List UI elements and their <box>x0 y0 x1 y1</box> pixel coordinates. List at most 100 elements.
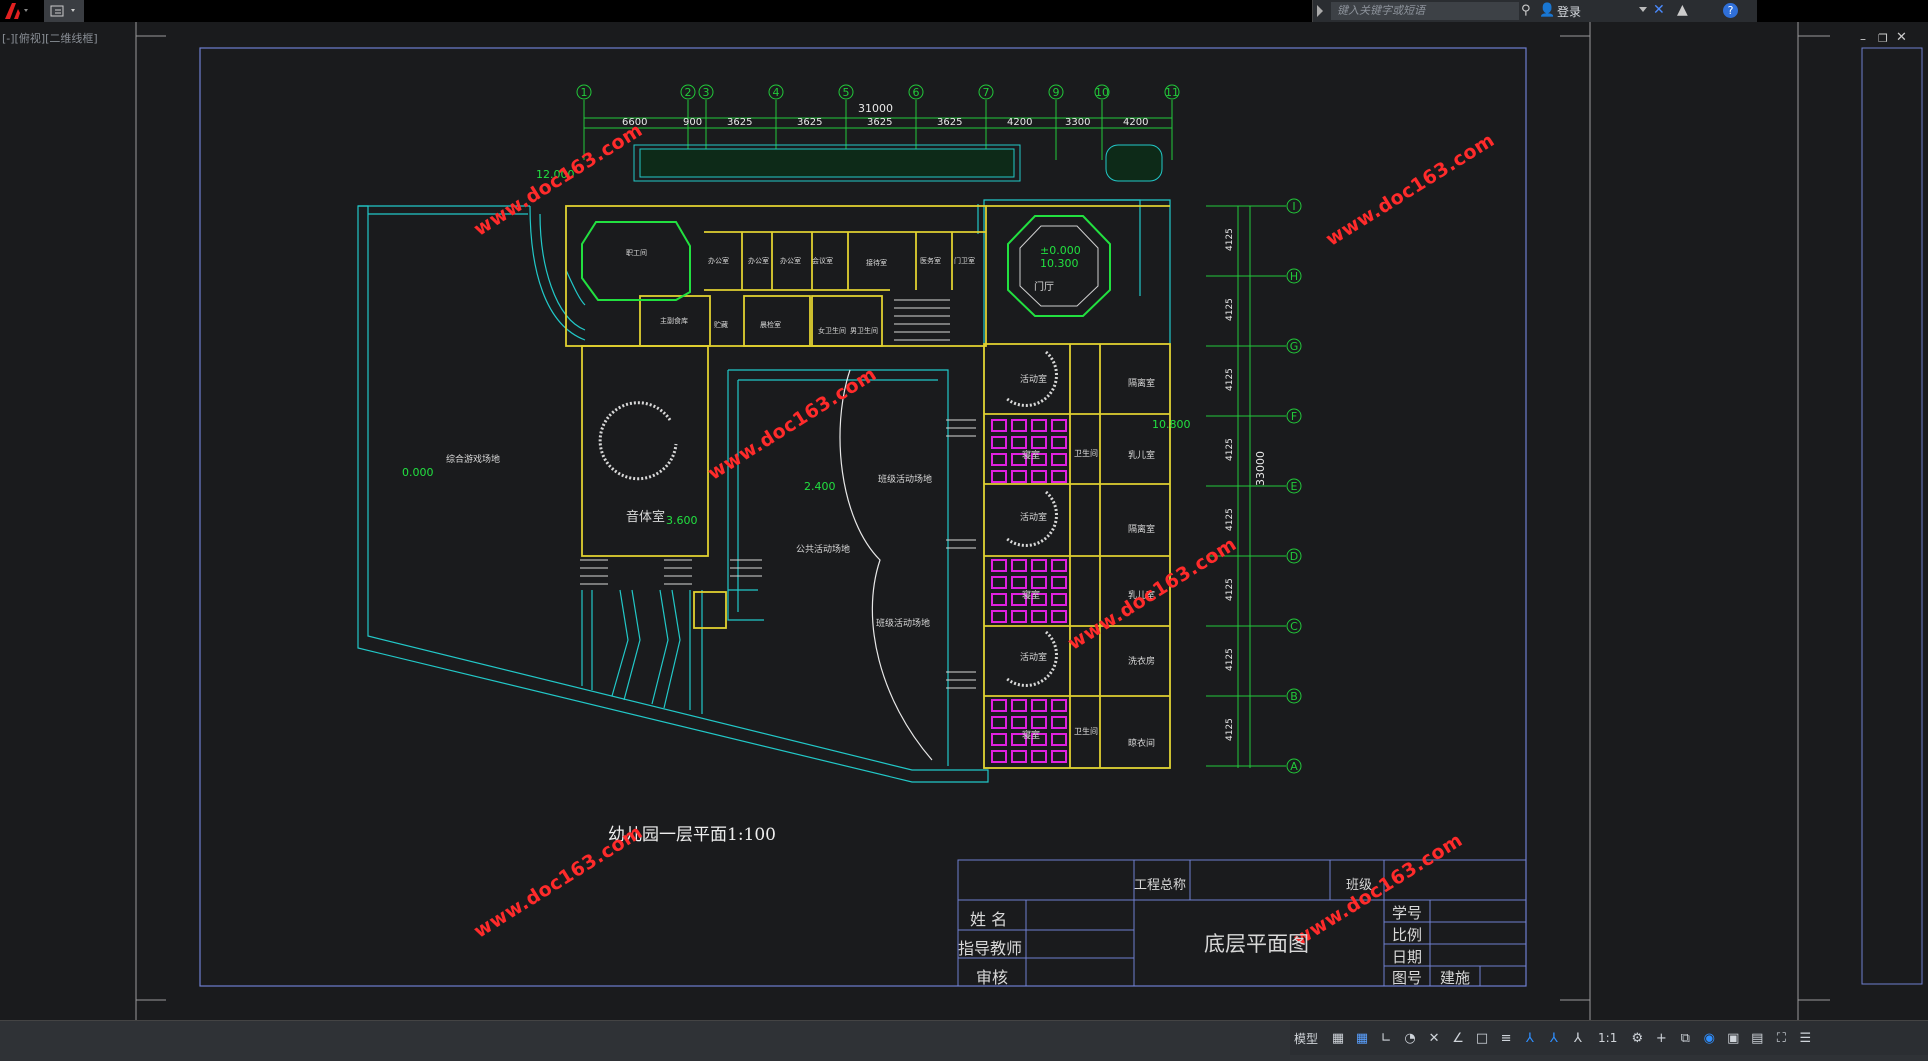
bed <box>1051 470 1067 483</box>
room-bedroom-3: 寝室 <box>1022 731 1041 741</box>
column-axis-label: 1 <box>581 86 588 99</box>
room-music: 音体室 <box>626 510 666 525</box>
bed <box>1011 419 1027 432</box>
room-medical: 医务室 <box>920 257 941 265</box>
quick-access-toolbar-button[interactable] <box>44 0 84 22</box>
music-room-stage <box>598 401 678 481</box>
date-label: 日期 <box>1392 948 1423 966</box>
workspace-icon[interactable]: ⧉ <box>1677 1030 1693 1046</box>
row-axis-label: C <box>1290 620 1298 633</box>
bed <box>1031 470 1047 483</box>
review-label: 审核 <box>976 968 1009 987</box>
bed <box>991 559 1007 572</box>
room-toilet-1: 卫生间 <box>1074 449 1098 458</box>
bed <box>1051 610 1067 623</box>
autocad-logo-icon[interactable] <box>0 0 34 22</box>
ortho-icon[interactable]: ∟ <box>1378 1030 1394 1046</box>
room-laundry: 晾衣间 <box>1128 739 1156 749</box>
help-icon[interactable]: ? <box>1723 3 1738 18</box>
column-axis-label: 11 <box>1165 86 1179 99</box>
annotation-scale-icon[interactable]: ⅄ <box>1570 1030 1586 1046</box>
annotation-visibility-icon[interactable]: ⅄ <box>1522 1030 1538 1046</box>
bed <box>1011 559 1027 572</box>
student-id-label: 学号 <box>1392 904 1423 922</box>
auto-scale-icon[interactable]: ⅄ <box>1546 1030 1562 1046</box>
binoculars-icon[interactable]: ⚲ <box>1521 3 1531 18</box>
room-activity-3: 活动室 <box>1020 653 1048 663</box>
room-morning-check: 晨检室 <box>760 321 781 329</box>
bed <box>1011 576 1027 589</box>
room-storage: 贮藏 <box>714 321 728 329</box>
dyn-ucs-icon[interactable]: □ <box>1474 1030 1490 1046</box>
column-dimension: 3300 <box>1065 117 1091 128</box>
grid-icon[interactable]: ▦ <box>1330 1030 1346 1046</box>
search-input[interactable]: 键入关键字或短语 <box>1331 2 1519 20</box>
play-area-boundary <box>839 369 933 761</box>
clean-screen-icon[interactable]: ▤ <box>1749 1030 1765 1046</box>
login-button[interactable]: 登录 <box>1557 3 1581 20</box>
a360-icon[interactable]: ▲ <box>1677 2 1688 18</box>
fullscreen-icon[interactable]: ⛶ <box>1773 1030 1789 1046</box>
lineweight-icon[interactable]: ≡ <box>1498 1030 1514 1046</box>
bed <box>1031 559 1047 572</box>
column-dimension: 4200 <box>1123 117 1149 128</box>
row-axes: I H G F E D C B A 4125 4125 4125 4125 4125 4125 4125 412… <box>1206 198 1302 774</box>
polar-icon[interactable]: ◔ <box>1402 1030 1418 1046</box>
angle-icon[interactable]: ∠ <box>1450 1030 1466 1046</box>
room-male-wc: 男卫生间 <box>850 327 878 335</box>
drawing-canvas[interactable]: 1 2 3 4 5 6 7 9 10 11 IHGFEDCBA412541254… <box>0 22 1928 1020</box>
bed <box>1051 733 1067 746</box>
bed <box>1011 470 1027 483</box>
room-infant-1: 乳儿室 <box>1128 451 1156 461</box>
drawing-no-value: 建施 <box>1440 969 1471 987</box>
elevation-10-3: 10.300 <box>1040 257 1079 270</box>
row-dimension: 4125 <box>1225 718 1235 741</box>
elevation-0: 0.000 <box>402 466 434 479</box>
room-bedroom-2: 寝室 <box>1022 591 1041 601</box>
bed <box>991 733 1007 746</box>
bed <box>1031 699 1047 712</box>
bed <box>991 699 1007 712</box>
bed <box>1011 699 1027 712</box>
room-bedroom-1: 寝室 <box>1022 451 1041 461</box>
bed <box>1031 716 1047 729</box>
bed <box>1011 436 1027 449</box>
row-axis-label: A <box>1290 760 1298 773</box>
osnap-icon[interactable]: ✕ <box>1426 1030 1442 1046</box>
elevation-0-hall: ±0.000 <box>1040 244 1081 257</box>
bed <box>991 470 1007 483</box>
room-guard: 门卫室 <box>954 257 975 265</box>
planter-bed-fill <box>639 148 1015 178</box>
search-toolbar: 键入关键字或短语 ⚲ 👤 登录 ✕ ▲ ? <box>1312 0 1757 22</box>
drawing-name: 底层平面图 <box>1204 932 1309 956</box>
bed <box>1051 750 1067 763</box>
plus-icon[interactable]: + <box>1653 1030 1669 1046</box>
row-dimension: 4125 <box>1225 368 1235 391</box>
room-isolation-1: 隔离室 <box>1128 379 1156 389</box>
room-wash: 洗衣房 <box>1128 657 1156 667</box>
expand-arrow-icon[interactable] <box>1317 5 1323 17</box>
room-office-3: 办公室 <box>708 257 729 265</box>
bed <box>991 453 1007 466</box>
room-toilet-2: 卫生间 <box>1074 727 1098 736</box>
hardware-accel-icon[interactable]: ▣ <box>1725 1030 1741 1046</box>
vertical-overall-dimension: 33000 <box>1254 451 1267 486</box>
room-office-1: 办公室 <box>748 257 769 265</box>
bed <box>1031 610 1047 623</box>
exchange-icon[interactable]: ✕ <box>1653 2 1665 18</box>
bed <box>1051 559 1067 572</box>
snap-icon[interactable]: ▦ <box>1354 1030 1370 1046</box>
isolate-icon[interactable]: ◉ <box>1701 1030 1717 1046</box>
user-icon[interactable]: 👤 <box>1539 3 1555 18</box>
bed <box>991 750 1007 763</box>
bed <box>1031 750 1047 763</box>
row-dimension: 4125 <box>1225 648 1235 671</box>
room-public-play: 公共活动场地 <box>796 545 851 555</box>
menu-icon[interactable]: ☰ <box>1797 1030 1813 1046</box>
dropdown-icon[interactable] <box>1639 7 1647 12</box>
scale-dropdown[interactable]: 1:1 <box>1594 1031 1621 1045</box>
model-tab[interactable]: 模型 <box>1290 1030 1322 1047</box>
advisor-label: 指导教师 <box>958 939 1023 958</box>
elevation-10-8: 10.800 <box>1152 418 1191 431</box>
settings-gear-icon[interactable]: ⚙ <box>1629 1030 1645 1046</box>
